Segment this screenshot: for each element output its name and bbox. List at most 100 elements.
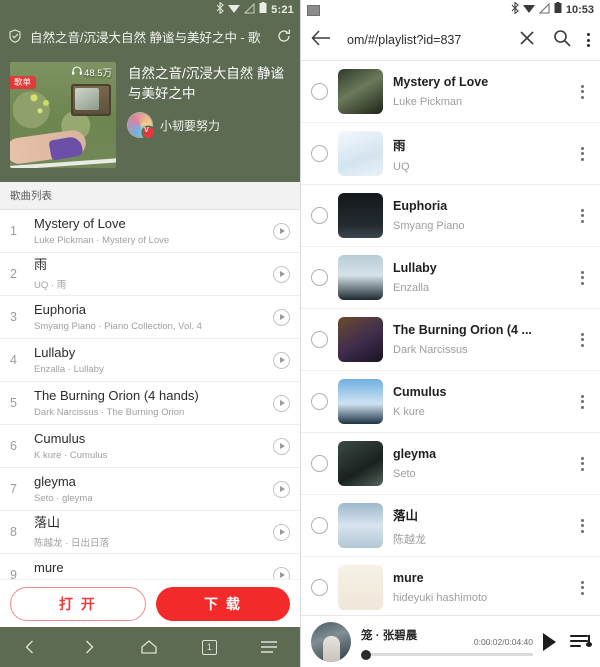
list-item[interactable]: Mystery of Love Luke Pickman (301, 61, 600, 123)
play-icon[interactable] (273, 437, 290, 455)
track-artist: Dark Narcissus (393, 344, 468, 356)
left-clock: 5:21 (271, 4, 294, 16)
overflow-menu-icon[interactable] (574, 518, 590, 533)
list-item[interactable]: 8 落山 陈越龙 · 日出日落 (0, 511, 300, 554)
overflow-menu-icon[interactable] (574, 270, 590, 285)
overflow-menu-icon[interactable] (587, 33, 590, 47)
play-icon[interactable] (273, 394, 290, 412)
playlist-author-row[interactable]: V 小韧要努力 (128, 113, 290, 139)
track-artist: Enzalla (393, 282, 430, 294)
list-item[interactable]: 落山 陈越龙 (301, 495, 600, 557)
track-title: The Burning Orion (4 ... (393, 323, 532, 337)
select-radio[interactable] (311, 517, 328, 534)
track-index: 8 (10, 525, 17, 539)
right-clock: 10:53 (565, 4, 594, 16)
track-title: 雨 (34, 257, 48, 273)
select-radio[interactable] (311, 269, 328, 286)
list-item[interactable]: 5 The Burning Orion (4 hands) Dark Narci… (0, 382, 300, 425)
cover-tv-detail (71, 84, 111, 116)
track-subtitle: K kure · Cumulus (34, 450, 108, 462)
page-title: 自然之音/沉浸大自然 静谧与美好之中 - 歌 (30, 30, 261, 45)
track-meta: gleyma Seto · gleyma (34, 474, 263, 504)
track-title: mure (34, 559, 64, 575)
list-item[interactable]: 2 雨 UQ · 雨 (0, 253, 300, 296)
author-name: 小韧要努力 (160, 118, 221, 133)
list-item[interactable]: Lullaby Enzalla (301, 247, 600, 309)
chevron-left-icon[interactable] (22, 639, 38, 655)
track-meta: Euphoria Smyang Piano · Piano Collection… (34, 302, 263, 332)
track-index: 1 (10, 224, 17, 238)
list-item[interactable]: mure hideyuki hashimoto (301, 557, 600, 619)
select-radio[interactable] (311, 579, 328, 596)
overflow-menu-icon[interactable] (574, 208, 590, 223)
list-item[interactable]: Euphoria Smyang Piano (301, 185, 600, 247)
track-meta: Euphoria Smyang Piano (393, 199, 564, 232)
list-item[interactable]: 4 Lullaby Enzalla · Lullaby (0, 339, 300, 382)
home-icon[interactable] (140, 639, 158, 655)
track-title: gleyma (393, 447, 437, 461)
close-x-icon[interactable] (519, 30, 535, 51)
playlist-hero[interactable]: 歌单 48.5万 自然之音/沉浸大自然 静谧与美好之中 V 小韧要努力 (0, 52, 300, 182)
track-index: 5 (10, 396, 17, 410)
select-radio[interactable] (311, 207, 328, 224)
album-art (338, 441, 383, 486)
address-bar[interactable]: om/#/playlist?id=837 (341, 33, 509, 47)
list-item[interactable]: 6 Cumulus K kure · Cumulus (0, 425, 300, 468)
album-art (338, 193, 383, 238)
chevron-right-icon[interactable] (81, 639, 97, 655)
refresh-icon[interactable] (276, 28, 292, 44)
track-subtitle: Luke Pickman · Mystery of Love (34, 235, 170, 247)
list-item[interactable]: 7 gleyma Seto · gleyma (0, 468, 300, 511)
back-arrow-icon[interactable] (311, 29, 331, 52)
play-icon[interactable] (273, 351, 290, 369)
play-icon[interactable] (273, 308, 290, 326)
album-art (338, 379, 383, 424)
track-title: The Burning Orion (4 hands) (34, 387, 199, 403)
list-item[interactable]: 3 Euphoria Smyang Piano · Piano Collecti… (0, 296, 300, 339)
play-icon[interactable] (273, 523, 290, 541)
overflow-menu-icon[interactable] (574, 394, 590, 409)
playback-time: 0:00:02/0:04:40 (473, 637, 533, 647)
select-radio[interactable] (311, 393, 328, 410)
search-icon[interactable] (553, 29, 571, 52)
now-playing-cover[interactable] (311, 621, 351, 662)
list-item[interactable]: Cumulus K kure (301, 371, 600, 433)
track-meta: Lullaby Enzalla (393, 261, 564, 294)
overflow-menu-icon[interactable] (574, 84, 590, 99)
left-panel-browser: 5:21 自然之音/沉浸大自然 静谧与美好之中 - 歌 歌单 48.5万 自然之… (0, 0, 300, 667)
track-meta: Cumulus K kure (393, 385, 564, 418)
select-radio[interactable] (311, 455, 328, 472)
progress-slider[interactable] (361, 649, 533, 660)
select-radio[interactable] (311, 83, 328, 100)
play-icon[interactable] (273, 265, 290, 283)
playlist-queue-icon[interactable] (570, 633, 592, 651)
left-title-bar: 自然之音/沉浸大自然 静谧与美好之中 - 歌 (0, 20, 300, 52)
overflow-menu-icon[interactable] (574, 146, 590, 161)
open-button[interactable]: 打 开 (10, 586, 146, 621)
track-meta: mure hideyuki hashimoto (393, 571, 564, 604)
overflow-menu-icon[interactable] (574, 580, 590, 595)
play-icon[interactable] (543, 632, 556, 651)
track-artist: 陈越龙 (393, 533, 426, 546)
wifi-icon (522, 1, 535, 19)
hamburger-menu-icon[interactable] (260, 640, 278, 654)
list-item[interactable]: The Burning Orion (4 ... Dark Narcissus (301, 309, 600, 371)
play-icon[interactable] (273, 222, 290, 240)
select-radio[interactable] (311, 331, 328, 348)
track-title: Mystery of Love (34, 215, 126, 231)
overflow-menu-icon[interactable] (574, 456, 590, 471)
download-button[interactable]: 下 载 (156, 586, 290, 621)
track-subtitle: Smyang Piano · Piano Collection, Vol. 4 (34, 321, 202, 333)
track-meta: The Burning Orion (4 hands) Dark Narciss… (34, 388, 263, 418)
list-item[interactable]: 1 Mystery of Love Luke Pickman · Mystery… (0, 210, 300, 253)
tab-count-icon[interactable]: 1 (201, 639, 217, 655)
track-title: 落山 (34, 515, 61, 531)
list-item[interactable]: gleyma Seto (301, 433, 600, 495)
list-item[interactable]: 雨 UQ (301, 123, 600, 185)
progress-knob[interactable] (361, 649, 371, 660)
overflow-menu-icon[interactable] (574, 332, 590, 347)
track-subtitle: UQ · 雨 (34, 279, 67, 291)
select-radio[interactable] (311, 145, 328, 162)
signal-icon (538, 1, 550, 19)
play-icon[interactable] (273, 480, 290, 498)
